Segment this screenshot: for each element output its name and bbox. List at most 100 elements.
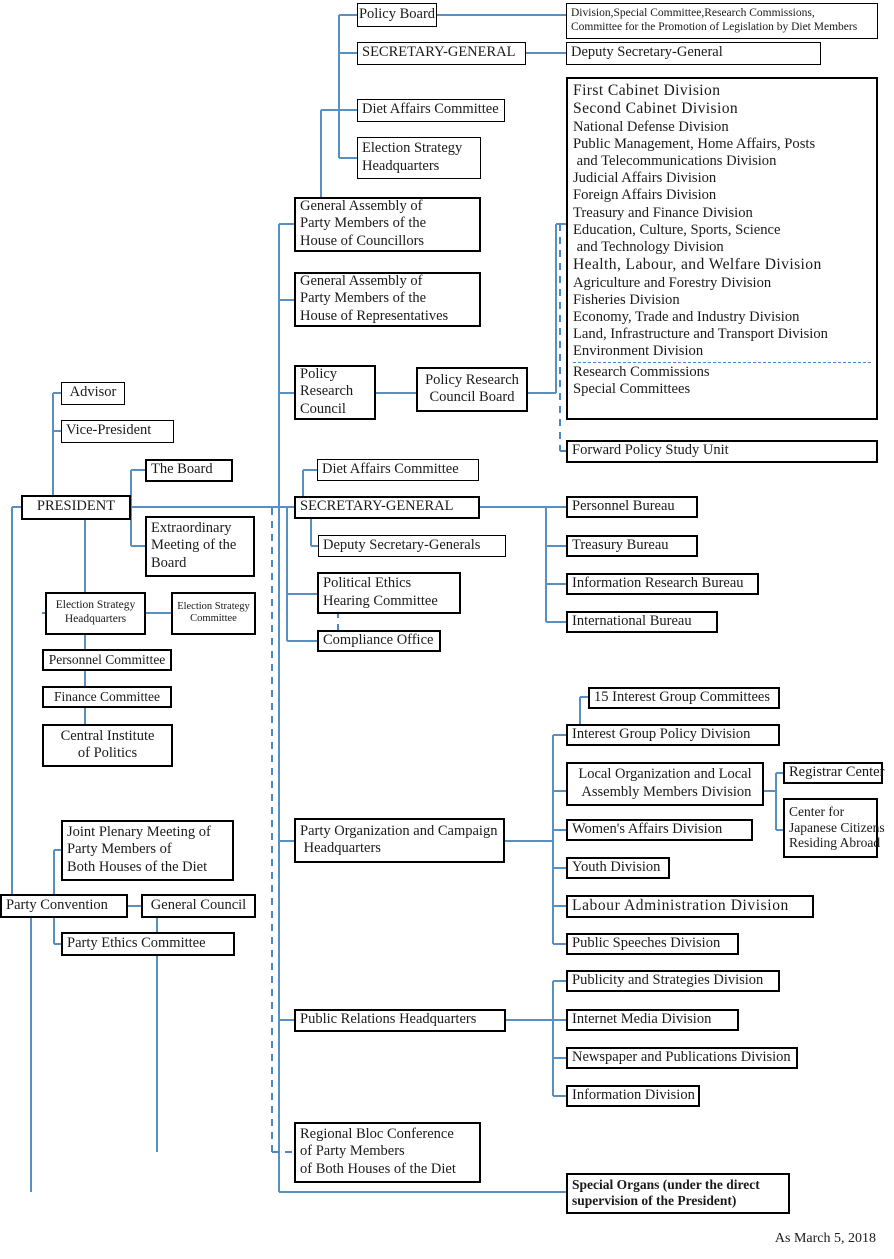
- node-general-council[interactable]: General Council: [141, 894, 256, 918]
- node-information-division[interactable]: Information Division: [566, 1085, 700, 1107]
- node-compliance-office[interactable]: Compliance Office: [317, 630, 441, 652]
- node-label-line: House of Representatives: [300, 307, 449, 324]
- node-treasury-bureau[interactable]: Treasury Bureau: [566, 535, 698, 557]
- node-deputy-secretary-general[interactable]: Deputy Secretary-General: [566, 42, 821, 65]
- node-election-strategy-headquarters-president[interactable]: Election Strategy Headquarters: [45, 592, 146, 635]
- node-label: Finance Committee: [53, 688, 161, 704]
- division-item: Education, Culture, Sports, Science: [573, 221, 781, 238]
- node-label: Compliance Office: [323, 631, 434, 648]
- division-item: Research Commissions: [573, 361, 871, 381]
- node-interest-group-policy-division[interactable]: Interest Group Policy Division: [566, 724, 780, 746]
- node-label-line: supervision of the President): [572, 1193, 737, 1208]
- node-registrar-center[interactable]: Registrar Center: [783, 762, 885, 784]
- node-special-organs[interactable]: Special Organs (under the direct supervi…: [566, 1173, 790, 1214]
- node-label: Deputy Secretary-Generals: [323, 536, 481, 553]
- node-publicity-and-strategies-division[interactable]: Publicity and Strategies Division: [566, 970, 780, 992]
- node-label: General Council: [150, 896, 247, 913]
- node-information-research-bureau[interactable]: Information Research Bureau: [566, 573, 759, 595]
- node-newspaper-and-publications-division[interactable]: Newspaper and Publications Division: [566, 1047, 798, 1069]
- node-label: Women's Affairs Division: [572, 820, 723, 837]
- node-label: Labour Administration Division: [572, 896, 789, 914]
- node-label: Personnel Committee: [48, 651, 166, 667]
- node-youth-division[interactable]: Youth Division: [566, 857, 670, 879]
- node-regional-bloc-conference[interactable]: Regional Bloc Conference of Party Member…: [294, 1122, 481, 1183]
- node-label-line: Party Members of the: [300, 290, 427, 307]
- node-forward-policy-study-unit[interactable]: Forward Policy Study Unit: [566, 440, 878, 463]
- node-label-line: of Party Members: [300, 1143, 405, 1160]
- node-president[interactable]: PRESIDENT: [21, 495, 131, 520]
- node-15-interest-group-committees[interactable]: 15 Interest Group Committees: [588, 687, 780, 709]
- node-election-strategy-headquarters-upper[interactable]: Election Strategy Headquarters: [357, 137, 481, 179]
- node-international-bureau[interactable]: International Bureau: [566, 611, 718, 633]
- node-secretary-general-lower[interactable]: SECRETARY-GENERAL: [294, 496, 480, 519]
- node-label: International Bureau: [572, 612, 692, 629]
- node-label: Public Relations Headquarters: [300, 1011, 477, 1028]
- node-the-board[interactable]: The Board: [145, 459, 233, 482]
- node-label: Registrar Center: [789, 763, 885, 780]
- node-label: Diet Affairs Committee: [362, 101, 499, 118]
- node-center-for-japanese-citizens[interactable]: Center for Japanese Citizens Residing Ab…: [783, 798, 885, 858]
- node-extraordinary-meeting-of-the-board[interactable]: Extraordinary Meeting of the Board: [145, 516, 255, 577]
- node-policy-research-council-board[interactable]: Policy Research Council Board: [416, 367, 528, 412]
- node-label: Vice-President: [66, 422, 152, 439]
- division-item: Treasury and Finance Division: [573, 204, 753, 221]
- node-personnel-bureau[interactable]: Personnel Bureau: [566, 496, 698, 518]
- node-label-line: Board: [151, 554, 187, 571]
- node-personnel-committee[interactable]: Personnel Committee: [42, 649, 172, 671]
- node-election-strategy-committee[interactable]: Election Strategy Committee: [171, 592, 256, 635]
- division-item: National Defense Division: [573, 118, 729, 135]
- node-label: 15 Interest Group Committees: [594, 688, 770, 705]
- node-secretary-general-upper[interactable]: SECRETARY-GENERAL: [357, 42, 526, 65]
- node-central-institute-of-politics[interactable]: Central Institute of Politics: [42, 724, 173, 767]
- division-item: Health, Labour, and Welfare Division: [573, 256, 822, 274]
- node-political-ethics-hearing-committee[interactable]: Political Ethics Hearing Committee: [317, 572, 461, 614]
- node-label-line: Research: [300, 383, 354, 400]
- node-diet-affairs-committee-upper[interactable]: Diet Affairs Committee: [357, 99, 505, 122]
- node-internet-media-division[interactable]: Internet Media Division: [566, 1009, 739, 1031]
- node-divisions-list[interactable]: First Cabinet Division Second Cabinet Di…: [566, 77, 878, 420]
- node-party-ethics-committee[interactable]: Party Ethics Committee: [61, 932, 235, 956]
- node-label-line: Committee for the Promotion of Legislati…: [571, 20, 858, 33]
- node-label: Newspaper and Publications Division: [572, 1048, 791, 1065]
- node-label: SECRETARY-GENERAL: [300, 498, 454, 515]
- node-public-speeches-division[interactable]: Public Speeches Division: [566, 933, 739, 955]
- node-party-convention[interactable]: Party Convention: [0, 894, 128, 918]
- node-advisor[interactable]: Advisor: [61, 382, 125, 405]
- node-label: PRESIDENT: [36, 498, 116, 515]
- division-item: Environment Division: [573, 343, 704, 360]
- node-label: Personnel Bureau: [572, 497, 675, 514]
- node-labour-administration-division[interactable]: Labour Administration Division: [566, 895, 814, 918]
- node-label-line: Policy: [300, 366, 338, 383]
- node-label-line: Local Organization and Local: [578, 766, 752, 783]
- node-label-line: Party Members of the: [300, 215, 427, 232]
- node-general-assembly-representatives[interactable]: General Assembly of Party Members of the…: [294, 272, 481, 327]
- node-party-organization-and-campaign-headquarters[interactable]: Party Organization and Campaign Headquar…: [294, 818, 505, 863]
- node-label: Diet Affairs Committee: [322, 460, 459, 477]
- node-label: Party Ethics Committee: [67, 934, 206, 951]
- division-item: Special Committees: [573, 380, 691, 397]
- node-label-line: Headquarters: [362, 157, 440, 174]
- node-policy-research-council[interactable]: Policy Research Council: [294, 365, 376, 420]
- node-label: Information Research Bureau: [572, 574, 744, 591]
- node-local-organization-division[interactable]: Local Organization and Local Assembly Me…: [566, 762, 764, 806]
- division-item: First Cabinet Division: [573, 82, 721, 99]
- node-label: Party Convention: [6, 896, 108, 913]
- node-label-line: Residing Abroad: [789, 835, 881, 851]
- node-label-line: Japanese Citizens: [789, 819, 885, 835]
- node-womens-affairs-division[interactable]: Women's Affairs Division: [566, 819, 753, 841]
- node-diet-affairs-committee-lower[interactable]: Diet Affairs Committee: [317, 459, 479, 481]
- node-general-assembly-councillors[interactable]: General Assembly of Party Members of the…: [294, 197, 481, 252]
- node-label-line: Council: [300, 400, 346, 417]
- node-finance-committee[interactable]: Finance Committee: [42, 686, 172, 708]
- node-policy-board-detail[interactable]: Division,Special Committee,Research Comm…: [566, 3, 878, 39]
- division-item: Second Cabinet Division: [573, 100, 739, 118]
- node-label: Forward Policy Study Unit: [572, 442, 729, 459]
- node-public-relations-headquarters[interactable]: Public Relations Headquarters: [294, 1009, 506, 1032]
- node-deputy-secretary-generals[interactable]: Deputy Secretary-Generals: [318, 535, 506, 557]
- node-label-line: General Assembly of: [300, 273, 423, 290]
- node-label: Advisor: [69, 384, 117, 401]
- node-label-line: Election Strategy: [177, 600, 250, 612]
- node-joint-plenary-meeting[interactable]: Joint Plenary Meeting of Party Members o…: [61, 820, 234, 881]
- node-policy-board[interactable]: Policy Board: [357, 3, 437, 27]
- node-vice-president[interactable]: Vice-President: [61, 420, 174, 443]
